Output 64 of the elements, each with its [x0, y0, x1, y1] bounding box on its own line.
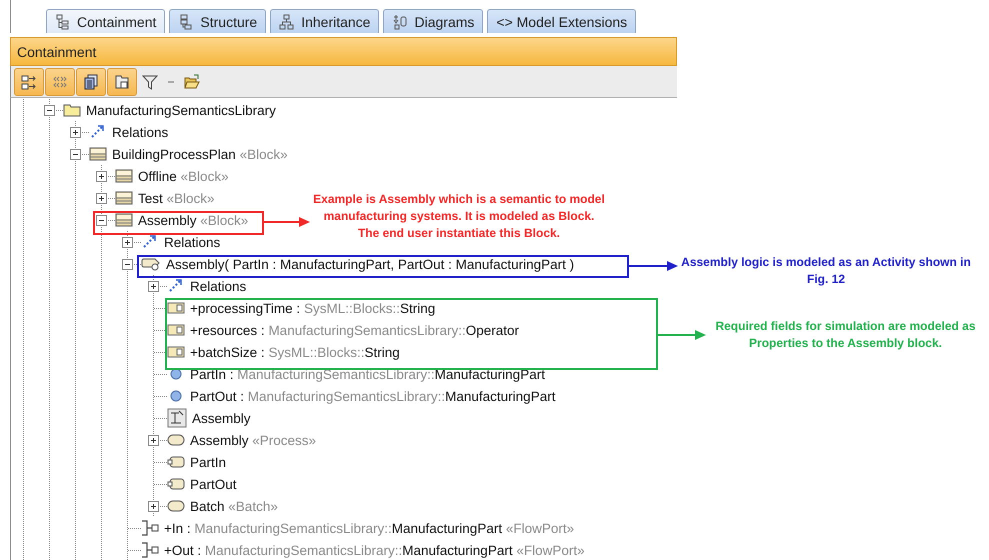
filter-icon[interactable]	[142, 74, 158, 90]
tree-item[interactable]: +batchSize : SysML::Blocks::String	[190, 344, 400, 360]
arrow	[264, 217, 310, 227]
tree-item[interactable]: +resources : ManufacturingSemanticsLibrary::Operator	[190, 322, 520, 338]
tree-item[interactable]: BuildingProcessPlan «Block»	[112, 146, 288, 162]
tree-item[interactable]: ManufacturingSemanticsLibrary	[86, 102, 276, 118]
tree-item[interactable]: PartOut : ManufacturingSemanticsLibrary::ManufacturingPart	[190, 388, 556, 404]
tree-item[interactable]: Assembly «Block»	[138, 212, 248, 228]
port-icon	[141, 541, 159, 559]
annotation-text: Required fields for simulation are modeled as Properties to the Assembly block.	[714, 318, 977, 352]
tree-item[interactable]: +processingTime : SysML::Blocks::String	[190, 300, 436, 316]
open-folder-icon[interactable]	[184, 74, 200, 90]
expand-toggle[interactable]	[148, 281, 159, 292]
port-icon	[141, 519, 159, 537]
tree-item[interactable]: Relations	[190, 278, 246, 294]
tree-icon	[178, 14, 194, 30]
toolbar-button[interactable]	[107, 68, 137, 96]
tab[interactable]: <> Model Extensions	[487, 9, 636, 33]
collapse-toggle[interactable]	[122, 259, 133, 270]
block-icon	[89, 145, 107, 163]
tree-icon	[55, 14, 71, 30]
tree-item[interactable]: +In : ManufacturingSemanticsLibrary::ManufacturingPart «FlowPort»	[164, 520, 574, 536]
tree-item[interactable]: PartIn	[190, 454, 226, 470]
tree-item[interactable]: Assembly «Process»	[190, 432, 316, 448]
annotation-text: Example is Assembly which is a semantic to model manufacturing systems. It is modeled as Block. The end user instantiate this Block.	[312, 191, 606, 242]
expand-arrows-icon	[21, 74, 37, 90]
tree-item[interactable]: Test «Block»	[138, 190, 215, 206]
block-icon	[115, 167, 133, 185]
tree-item[interactable]: Relations	[164, 234, 220, 250]
folders-icon	[114, 74, 130, 90]
expand-toggle[interactable]	[96, 171, 107, 182]
toolbar-button[interactable]	[76, 68, 106, 96]
documents-icon	[83, 74, 99, 90]
tab[interactable]: Diagrams	[383, 9, 484, 33]
tree-item[interactable]: +Out : ManufacturingSemanticsLibrary::ManufacturingPart «FlowPort»	[164, 542, 585, 558]
tree-item[interactable]: Offline «Block»	[138, 168, 229, 184]
tree-item[interactable]: Assembly( PartIn : ManufacturingPart, PartOut : ManufacturingPart )	[166, 256, 574, 272]
diagram-icon	[167, 408, 187, 428]
tree-item[interactable]: Batch «Batch»	[190, 498, 278, 514]
tree-item[interactable]: Assembly	[192, 410, 251, 426]
tab[interactable]: Structure	[169, 9, 266, 33]
block-icon	[115, 211, 133, 229]
collapse-toggle[interactable]	[44, 105, 55, 116]
block-icon	[115, 189, 133, 207]
toolbar-button[interactable]	[14, 68, 44, 96]
tree-item[interactable]: PartOut	[190, 476, 237, 492]
angle-brackets-icon	[52, 74, 68, 90]
arrow	[629, 261, 678, 271]
expand-toggle[interactable]	[96, 193, 107, 204]
panel-title: Containment	[17, 44, 96, 60]
expand-toggle[interactable]	[148, 435, 159, 446]
expand-toggle[interactable]	[70, 127, 81, 138]
collapse-toggle[interactable]	[70, 149, 81, 160]
tab[interactable]: Inheritance	[270, 9, 380, 33]
collapse-toggle[interactable]	[96, 215, 107, 226]
tree-item[interactable]: PartIn : ManufacturingSemanticsLibrary::ManufacturingPart	[190, 366, 545, 382]
expand-toggle[interactable]	[122, 237, 133, 248]
tree-item[interactable]: Relations	[112, 124, 168, 140]
tab[interactable]: Containment	[46, 9, 166, 33]
arrow	[658, 330, 706, 340]
annotation-text: Assembly logic is modeled as an Activity shown in Fig. 12	[680, 254, 972, 288]
hierarchy-icon	[279, 14, 296, 30]
expand-toggle[interactable]	[148, 501, 159, 512]
diagram-icon	[392, 14, 408, 30]
